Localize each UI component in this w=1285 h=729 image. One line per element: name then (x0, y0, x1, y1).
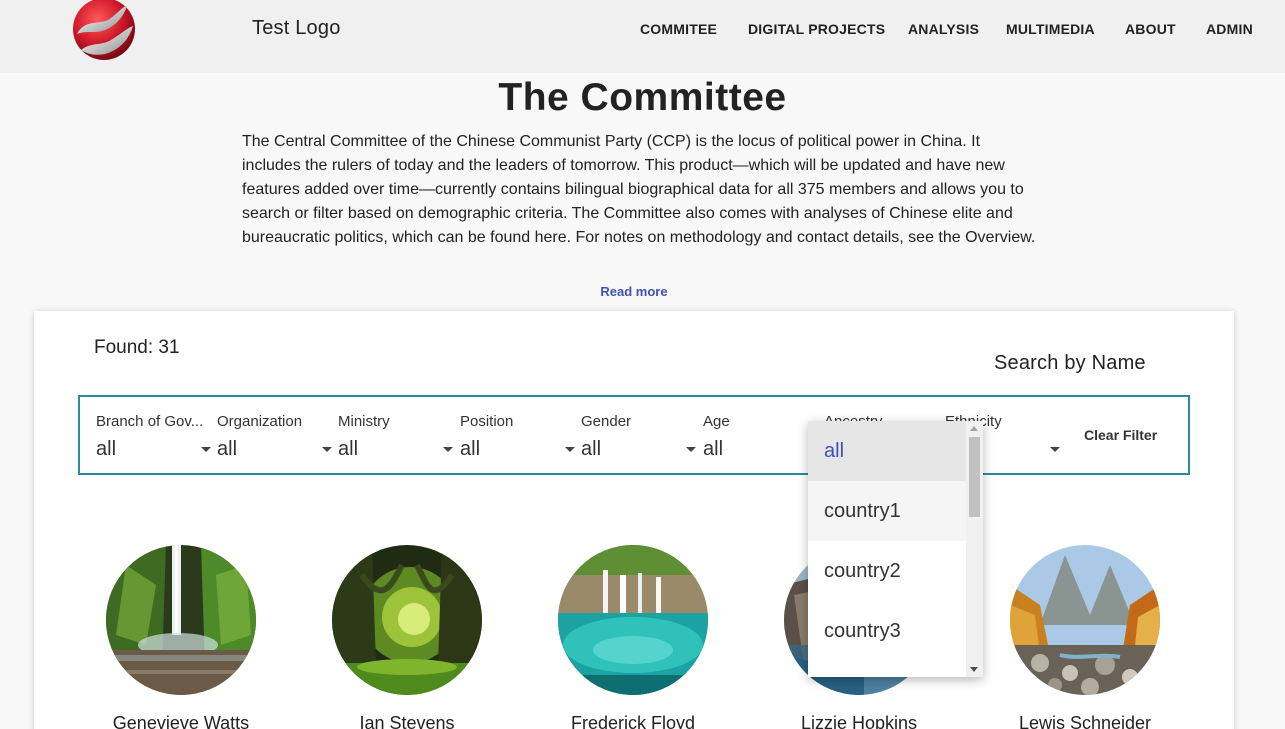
scroll-thumb[interactable] (969, 437, 980, 517)
person-name[interactable]: Genevieve Watts (81, 713, 281, 729)
chevron-down-icon (565, 447, 575, 452)
avatar[interactable] (106, 545, 256, 695)
ancestry-dropdown-menu[interactable]: all country1 country2 country3 (808, 421, 983, 677)
filter-label: Ministry (338, 413, 390, 430)
filter-label: Branch of Gov... (96, 413, 204, 430)
filter-value: all (703, 438, 724, 460)
nav-analysis[interactable]: ANALYSIS (908, 21, 979, 37)
top-navbar: Test Logo COMMITEE DIGITAL PROJECTS ANAL… (0, 0, 1285, 73)
filter-value: all (460, 438, 481, 460)
chevron-down-icon (686, 447, 696, 452)
filter-value: all (217, 438, 238, 460)
person-card[interactable]: Genevieve Watts (81, 545, 281, 729)
option-country2[interactable]: country2 (808, 541, 966, 601)
results-count: Found: 31 (94, 337, 180, 358)
brand-name[interactable]: Test Logo (252, 17, 341, 40)
avatar[interactable] (558, 545, 708, 695)
chevron-down-icon (1050, 447, 1060, 452)
filter-value: all (581, 438, 602, 460)
filter-label: Gender (581, 413, 632, 430)
option-all[interactable]: all (808, 421, 966, 481)
avatar[interactable] (332, 545, 482, 695)
person-name[interactable]: Ian Stevens (307, 713, 507, 729)
person-card[interactable]: Ian Stevens (307, 545, 507, 729)
scroll-down-arrow-icon[interactable] (970, 667, 978, 672)
person-card[interactable]: Lewis Schneider (985, 545, 1185, 729)
filter-ministry[interactable]: Ministry all (338, 413, 453, 463)
filter-label: Organization (217, 413, 303, 430)
person-name[interactable]: Frederick Floyd (533, 713, 733, 729)
chevron-down-icon (322, 447, 332, 452)
filter-value: all (96, 438, 117, 460)
nav-admin[interactable]: ADMIN (1206, 21, 1253, 37)
chevron-down-icon (201, 447, 211, 452)
dropdown-scrollbar[interactable] (966, 421, 983, 677)
avatar[interactable] (1010, 545, 1160, 695)
nav-multimedia[interactable]: MULTIMEDIA (1006, 21, 1095, 37)
filter-gender[interactable]: Gender all (581, 413, 696, 463)
search-by-name-label[interactable]: Search by Name (994, 352, 1146, 375)
option-country1[interactable]: country1 (808, 481, 966, 541)
chevron-down-icon (443, 447, 453, 452)
intro-text: The Central Committee of the Chinese Com… (242, 133, 1036, 246)
clear-filter-button[interactable]: Clear Filter (1084, 427, 1157, 443)
filter-position[interactable]: Position all (460, 413, 575, 463)
read-more-link[interactable]: Read more (0, 284, 1268, 299)
person-name[interactable]: Lizzie Hopkins (759, 713, 959, 729)
scroll-up-arrow-icon[interactable] (970, 426, 978, 431)
filter-bar: Branch of Gov... all Organization all Mi… (78, 395, 1190, 475)
filter-label: Position (460, 413, 514, 430)
logo-icon[interactable] (71, 0, 137, 62)
nav-commitee[interactable]: COMMITEE (640, 21, 717, 37)
filter-value: all (338, 438, 359, 460)
filter-organization[interactable]: Organization all (217, 413, 332, 463)
results-card: Found: 31 Search by Name Branch of Gov..… (34, 311, 1234, 729)
person-card[interactable]: Frederick Floyd (533, 545, 733, 729)
filter-branch[interactable]: Branch of Gov... all (96, 413, 211, 463)
nav-about[interactable]: ABOUT (1125, 21, 1176, 37)
filter-age[interactable]: Age all (703, 413, 818, 463)
option-country3[interactable]: country3 (808, 601, 966, 661)
page-title: The Committee (498, 76, 787, 119)
person-name[interactable]: Lewis Schneider (985, 713, 1185, 729)
nav-digital-projects[interactable]: DIGITAL PROJECTS (748, 21, 885, 37)
filter-label: Age (703, 413, 730, 430)
